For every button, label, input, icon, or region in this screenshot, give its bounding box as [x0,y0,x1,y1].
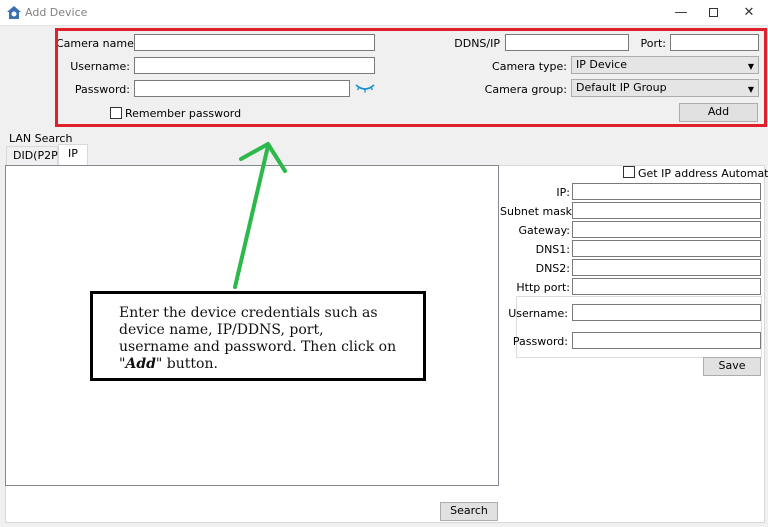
green-arrow-icon [233,142,287,289]
callout-text-after: " button. [155,356,218,372]
instruction-callout: Enter the device credentials such as dev… [90,291,426,381]
callout-emphasis: Add [125,356,156,372]
